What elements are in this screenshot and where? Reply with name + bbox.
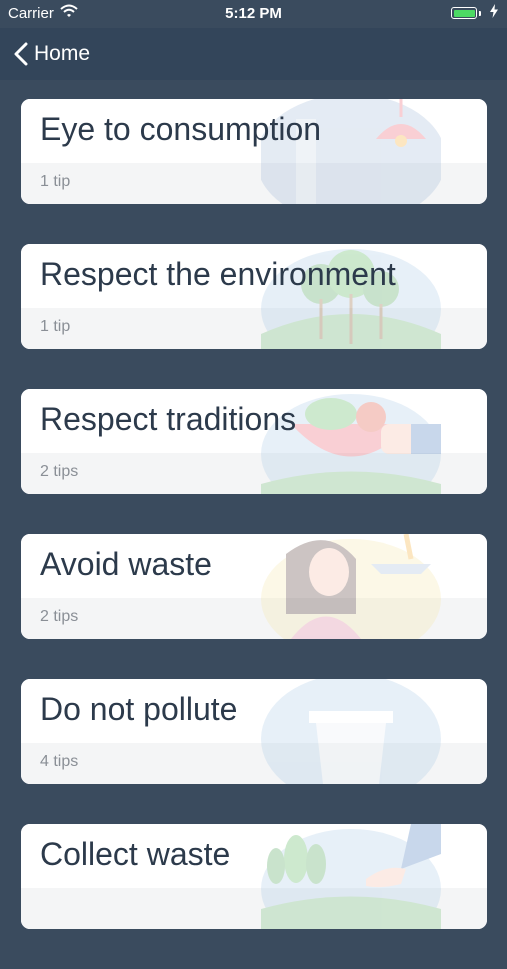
category-title: Respect traditions <box>40 401 297 437</box>
category-card-respect-traditions[interactable]: Respect traditions 2 tips <box>21 389 487 494</box>
category-list: Eye to consumption 1 tip Respect the env… <box>21 99 487 969</box>
category-tip-count: 2 tips <box>40 463 79 480</box>
category-tip-count: 1 tip <box>40 173 71 190</box>
plant-hand-illustration <box>261 824 441 929</box>
category-title: Eye to consumption <box>40 111 322 147</box>
category-title: Collect waste <box>40 836 231 872</box>
category-card-eye-to-consumption[interactable]: Eye to consumption 1 tip <box>21 99 487 204</box>
category-card-do-not-pollute[interactable]: Do not pollute 4 tips <box>21 679 487 784</box>
category-tip-count: 1 tip <box>40 318 71 335</box>
category-tip-count: 2 tips <box>40 608 79 625</box>
navigation-bar: Home <box>0 28 507 80</box>
bolt-icon <box>490 4 498 18</box>
container-illustration <box>261 679 441 784</box>
status-time: 5:12 PM <box>225 5 282 22</box>
thinking-woman-illustration <box>261 534 441 639</box>
battery-icon <box>451 7 477 19</box>
category-title: Respect the environment <box>40 256 396 292</box>
category-card-collect-waste[interactable]: Collect waste <box>21 824 487 929</box>
battery-tip <box>479 11 481 16</box>
chevron-left-icon <box>14 42 28 66</box>
category-card-avoid-waste[interactable]: Avoid waste 2 tips <box>21 534 487 639</box>
category-card-respect-the-environment[interactable]: Respect the environment 1 tip <box>21 244 487 349</box>
back-button[interactable]: Home <box>14 38 90 70</box>
category-title: Do not pollute <box>40 691 238 727</box>
category-title: Avoid waste <box>40 546 212 582</box>
back-label: Home <box>34 42 91 65</box>
category-tip-count: 4 tips <box>40 753 79 770</box>
status-bar: Carrier 5:12 PM <box>0 0 507 28</box>
